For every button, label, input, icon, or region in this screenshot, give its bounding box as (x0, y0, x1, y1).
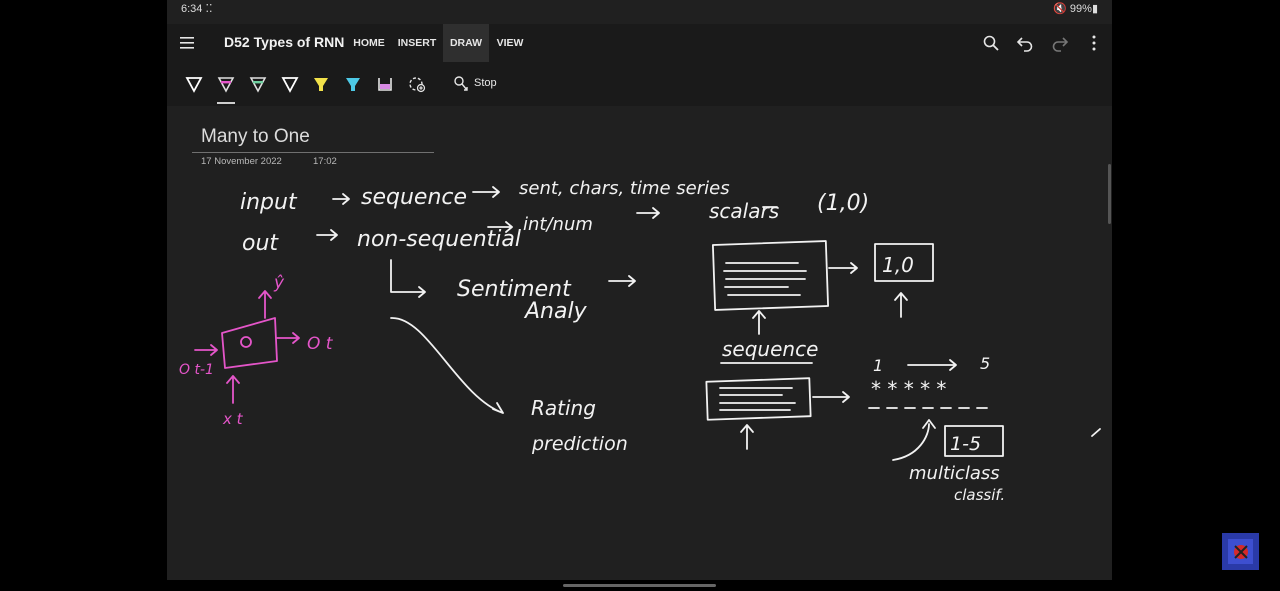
hw-box-label: 1,0 (882, 253, 914, 277)
status-bar: 6:34 ⁚⁚ 🔇 99%▮ (167, 0, 1112, 18)
more-icon[interactable] (1083, 32, 1105, 54)
hw-o-t: O t (307, 334, 334, 354)
hw-scale-5: 5 (980, 354, 990, 373)
vertical-scrollbar[interactable] (1108, 164, 1111, 224)
hw-sequence: sequence (361, 185, 467, 210)
hw-x-t: x t (222, 410, 244, 428)
highlighter-cyan-icon[interactable] (342, 73, 364, 95)
hw-classif: classif. (954, 486, 1005, 504)
hw-input: input (240, 190, 298, 215)
tab-insert[interactable]: INSERT (396, 24, 438, 62)
add-pen-icon[interactable] (406, 73, 428, 95)
hw-multiclass: multiclass (909, 463, 1000, 484)
hw-value: (1,0) (817, 191, 869, 216)
eraser-icon[interactable] (374, 73, 396, 95)
hw-analy: Analy (523, 299, 588, 324)
hw-y-hat: ŷ (273, 273, 285, 293)
onenote-window: 6:34 ⁚⁚ 🔇 99%▮ D52 Types of RNN HOME INS… (167, 0, 1112, 580)
tab-view[interactable]: VIEW (494, 24, 526, 62)
channel-logo-icon (1222, 533, 1259, 570)
hw-stars: * * * * * (871, 377, 946, 401)
hw-int: int/num (523, 214, 593, 235)
search-icon[interactable] (980, 32, 1002, 54)
pen-green-icon[interactable] (247, 73, 269, 95)
hw-range: 1-5 (950, 433, 981, 455)
hw-rating: Rating (531, 396, 596, 420)
clock: 6:34 ⁚⁚ (181, 3, 213, 15)
stop-label: Stop (474, 77, 497, 89)
ink-layer: input sequence sent, chars, time series … (179, 178, 1101, 504)
pen-white-icon[interactable] (183, 73, 205, 95)
undo-icon[interactable] (1014, 32, 1036, 54)
redo-icon[interactable] (1049, 32, 1071, 54)
battery-indicator: 🔇 99%▮ (1053, 3, 1098, 15)
title-bar: D52 Types of RNN HOME INSERT DRAW VIEW (167, 24, 1112, 62)
tab-draw[interactable]: DRAW (443, 24, 489, 62)
document-title: D52 Types of RNN (224, 34, 345, 50)
hw-line1-tail: sent, chars, time series (519, 178, 730, 199)
lasso-icon (454, 76, 468, 91)
pen-white-2-icon[interactable] (279, 73, 301, 95)
hw-sequence-2: sequence (722, 337, 818, 361)
hw-out: out (242, 231, 279, 256)
hw-o-prev: O t-1 (179, 362, 214, 378)
hw-prediction: prediction (531, 433, 628, 455)
hw-scale-1: 1 (873, 356, 883, 375)
highlighter-yellow-icon[interactable] (310, 73, 332, 95)
tab-home[interactable]: HOME (350, 24, 388, 62)
note-canvas[interactable]: Many to One 17 November 2022 17:02 input… (167, 106, 1112, 580)
hw-scalars: scalars (709, 199, 779, 223)
gesture-home-bar[interactable] (563, 584, 716, 587)
pen-pink-icon[interactable] (215, 73, 237, 95)
menu-icon[interactable] (177, 33, 197, 53)
active-pen-indicator (217, 102, 235, 104)
hw-nonseq: non-sequential (357, 227, 521, 252)
draw-toolbar: Stop (167, 62, 1112, 106)
rnn-cell-diagram (194, 290, 300, 404)
